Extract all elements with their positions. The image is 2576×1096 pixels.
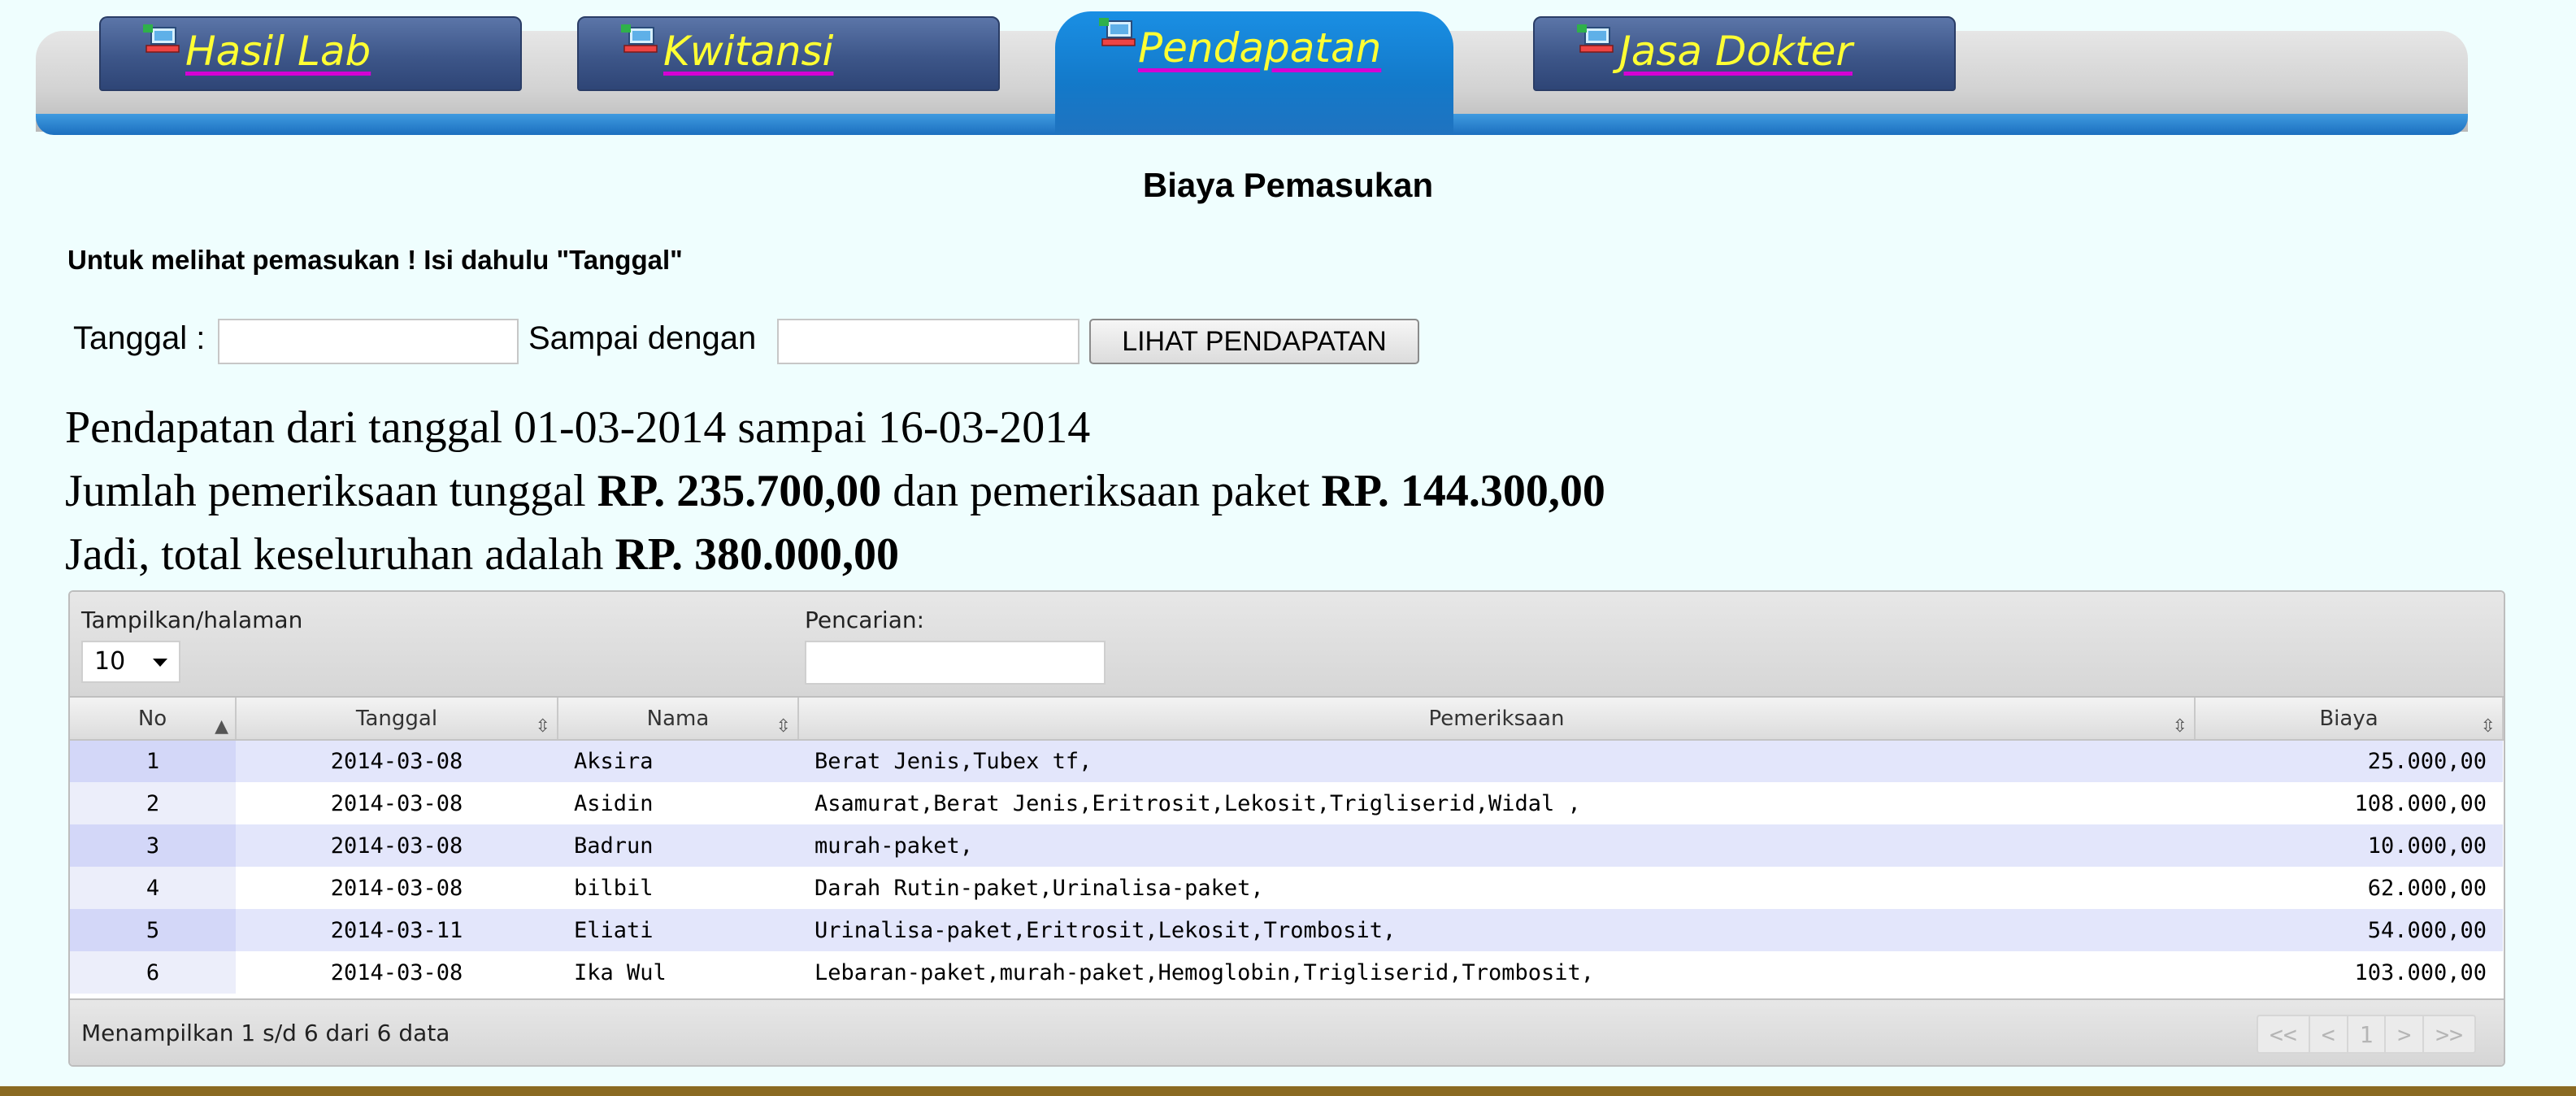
cell-nama: Aksira xyxy=(558,740,798,782)
bottom-rule xyxy=(0,1086,2576,1096)
pagination: << < 1 > >> xyxy=(2256,1015,2476,1054)
chevron-down-icon xyxy=(153,659,167,667)
cell-no: 4 xyxy=(70,867,236,909)
cell-tanggal: 2014-03-08 xyxy=(236,782,558,824)
date-from-label: Tanggal : xyxy=(73,320,206,356)
column-header-biaya[interactable]: Biaya ⇳ xyxy=(2195,698,2504,741)
table-footer: Menampilkan 1 s/d 6 dari 6 data << < 1 >… xyxy=(70,998,2504,1065)
table-header-row: No ▲ Tanggal ⇳ Nama ⇳ Pemeriksaan ⇳ Biay… xyxy=(70,698,2504,741)
cell-nama: Eliati xyxy=(558,909,798,951)
column-header-nama[interactable]: Nama ⇳ xyxy=(558,698,799,741)
cell-nama: bilbil xyxy=(558,867,798,909)
cell-pemeriksaan: Lebaran-paket,murah-paket,Hemoglobin,Tri… xyxy=(798,951,2195,994)
pager-last-button[interactable]: >> xyxy=(2424,1015,2476,1054)
cell-biaya: 108.000,00 xyxy=(2195,782,2503,824)
column-header-tanggal[interactable]: Tanggal ⇳ xyxy=(236,698,558,741)
summary-period: Pendapatan dari tanggal 01-03-2014 sampa… xyxy=(65,402,1090,454)
page-length-value: 10 xyxy=(94,647,126,676)
column-header-label: No xyxy=(137,706,167,731)
summary-total: Jadi, total keseluruhan adalah RP. 380.0… xyxy=(65,528,899,581)
cell-tanggal: 2014-03-08 xyxy=(236,740,558,782)
column-header-label: Nama xyxy=(646,706,710,731)
lab-computer-icon xyxy=(621,24,658,53)
column-header-no[interactable]: No ▲ xyxy=(70,698,237,741)
cell-biaya: 10.000,00 xyxy=(2195,824,2503,867)
summary-single-prefix: Jumlah pemeriksaan tunggal xyxy=(65,466,597,516)
table-row[interactable]: 3 2014-03-08 Badrun murah-paket, 10.000,… xyxy=(70,824,2503,867)
cell-no: 2 xyxy=(70,782,236,824)
column-header-pemeriksaan[interactable]: Pemeriksaan ⇳ xyxy=(798,698,2196,741)
cell-no: 5 xyxy=(70,909,236,951)
sort-arrows-icon: ⇳ xyxy=(2480,716,2496,737)
sort-ascending-icon: ▲ xyxy=(215,716,228,737)
table-row[interactable]: 2 2014-03-08 Asidin Asamurat,Berat Jenis… xyxy=(70,782,2503,824)
search-input[interactable] xyxy=(805,641,1106,685)
pager-page-button[interactable]: 1 xyxy=(2348,1015,2387,1054)
income-table: No ▲ Tanggal ⇳ Nama ⇳ Pemeriksaan ⇳ Biay… xyxy=(70,698,2504,994)
lab-computer-icon xyxy=(1099,18,1136,46)
summary-total-prefix: Jadi, total keseluruhan adalah xyxy=(65,529,615,580)
page-length-select[interactable]: 10 xyxy=(81,641,180,683)
tab-pendapatan[interactable]: Pendapatan xyxy=(1055,11,1453,133)
tab-kwitansi[interactable]: Kwitansi xyxy=(577,16,1000,91)
summary-total-amount: RP. 380.000,00 xyxy=(615,529,899,580)
cell-tanggal: 2014-03-08 xyxy=(236,824,558,867)
table-toolbar: Tampilkan/halaman 10 Pencarian: xyxy=(70,592,2504,698)
cell-nama: Badrun xyxy=(558,824,798,867)
cell-nama: Asidin xyxy=(558,782,798,824)
date-from-input[interactable] xyxy=(218,319,519,364)
sort-arrows-icon: ⇳ xyxy=(2172,716,2187,737)
cell-tanggal: 2014-03-08 xyxy=(236,867,558,909)
summary-package-amount: RP. 144.300,00 xyxy=(1321,466,1605,516)
cell-biaya: 103.000,00 xyxy=(2195,951,2503,994)
view-income-button[interactable]: LIHAT PENDAPATAN xyxy=(1089,319,1419,364)
cell-no: 6 xyxy=(70,951,236,994)
summary-breakdown: Jumlah pemeriksaan tunggal RP. 235.700,0… xyxy=(65,465,1605,517)
cell-no: 1 xyxy=(70,740,236,782)
instruction-text: Untuk melihat pemasukan ! Isi dahulu "Ta… xyxy=(67,245,683,275)
lab-computer-icon xyxy=(143,24,180,53)
cell-biaya: 54.000,00 xyxy=(2195,909,2503,951)
tab-label: Pendapatan xyxy=(1138,24,1382,72)
page-title: Biaya Pemasukan xyxy=(1142,166,1434,204)
income-table-widget: Tampilkan/halaman 10 Pencarian: No ▲ Tan… xyxy=(68,590,2505,1067)
cell-pemeriksaan: Berat Jenis,Tubex tf, xyxy=(798,740,2195,782)
cell-pemeriksaan: murah-paket, xyxy=(798,824,2195,867)
pager-next-button[interactable]: > xyxy=(2386,1015,2425,1054)
cell-pemeriksaan: Asamurat,Berat Jenis,Eritrosit,Lekosit,T… xyxy=(798,782,2195,824)
cell-biaya: 25.000,00 xyxy=(2195,740,2503,782)
column-header-label: Tanggal xyxy=(355,706,438,731)
table-row[interactable]: 1 2014-03-08 Aksira Berat Jenis,Tubex tf… xyxy=(70,740,2503,782)
table-row[interactable]: 6 2014-03-08 Ika Wul Lebaran-paket,murah… xyxy=(70,951,2503,994)
table-info: Menampilkan 1 s/d 6 dari 6 data xyxy=(81,1020,450,1046)
summary-package-prefix: dan pemeriksaan paket xyxy=(881,466,1322,516)
tab-hasil-lab[interactable]: Hasil Lab xyxy=(99,16,522,91)
lab-computer-icon xyxy=(1577,24,1614,53)
sort-arrows-icon: ⇳ xyxy=(535,716,550,737)
summary-period-text: Pendapatan dari tanggal 01-03-2014 sampa… xyxy=(65,402,1091,453)
cell-tanggal: 2014-03-08 xyxy=(236,951,558,994)
date-to-input[interactable] xyxy=(777,319,1079,364)
table-row[interactable]: 4 2014-03-08 bilbil Darah Rutin-paket,Ur… xyxy=(70,867,2503,909)
tab-label: Kwitansi xyxy=(663,28,834,75)
column-header-label: Pemeriksaan xyxy=(1428,706,1565,731)
page-length-label: Tampilkan/halaman xyxy=(81,607,303,633)
pager-prev-button[interactable]: < xyxy=(2309,1015,2348,1054)
cell-tanggal: 2014-03-11 xyxy=(236,909,558,951)
cell-no: 3 xyxy=(70,824,236,867)
tab-jasa-dokter[interactable]: Jasa Dokter xyxy=(1533,16,1956,91)
table-row[interactable]: 5 2014-03-11 Eliati Urinalisa-paket,Erit… xyxy=(70,909,2503,951)
date-to-label: Sampai dengan xyxy=(528,320,757,356)
summary-single-amount: RP. 235.700,00 xyxy=(597,466,882,516)
column-header-label: Biaya xyxy=(2319,706,2378,731)
sort-arrows-icon: ⇳ xyxy=(775,716,791,737)
cell-pemeriksaan: Urinalisa-paket,Eritrosit,Lekosit,Trombo… xyxy=(798,909,2195,951)
cell-biaya: 62.000,00 xyxy=(2195,867,2503,909)
search-label: Pencarian: xyxy=(805,607,925,633)
pager-first-button[interactable]: << xyxy=(2256,1015,2310,1054)
cell-pemeriksaan: Darah Rutin-paket,Urinalisa-paket, xyxy=(798,867,2195,909)
tab-label: Hasil Lab xyxy=(185,28,371,75)
tab-label: Jasa Dokter xyxy=(1619,28,1853,75)
cell-nama: Ika Wul xyxy=(558,951,798,994)
